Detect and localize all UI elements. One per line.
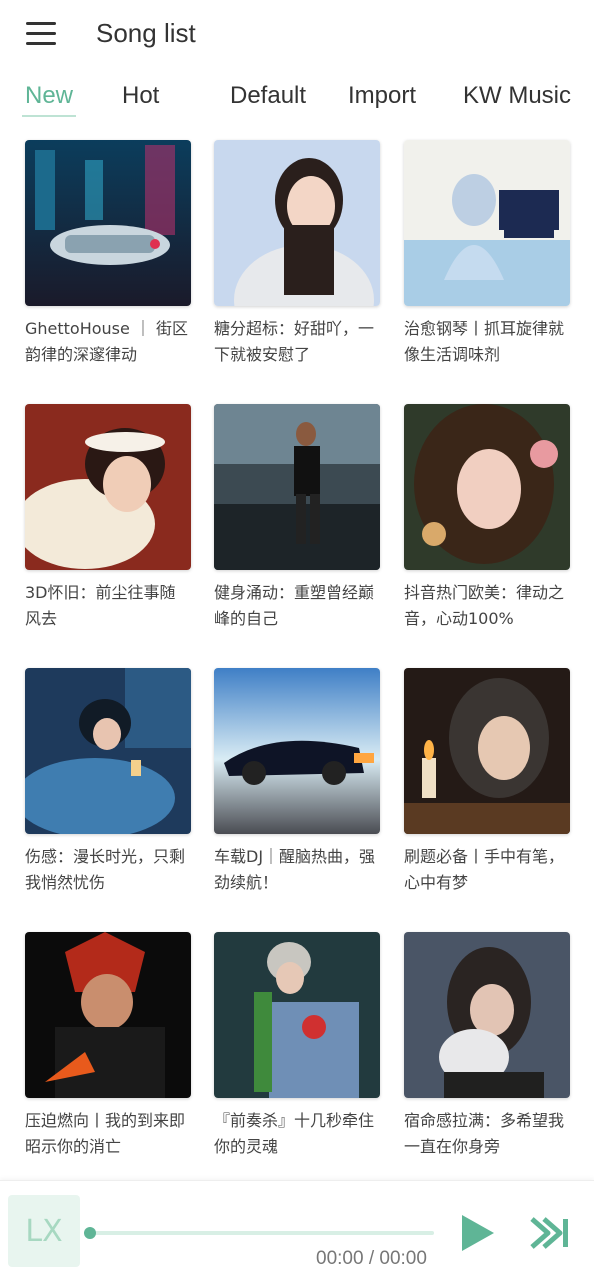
playlist-title: 宿命感拉满：多希望我一直在你身旁 [404, 1111, 565, 1156]
playlist-title: 伤感：漫长时光，只剩我悄然忧伤 [25, 847, 186, 892]
playlist-cover [25, 668, 191, 834]
player-bar: LX [0, 1180, 594, 1281]
playlist-card[interactable]: 宿命感拉满：多希望我一直在你身旁 [404, 932, 570, 1160]
playlist-card[interactable]: 压迫燃向丨我的到来即昭示你的消亡 [25, 932, 191, 1160]
playlist-cover [404, 668, 570, 834]
playlist-title: 车载DJ｜醒脑热曲，强劲续航！ [214, 847, 376, 892]
play-icon[interactable] [456, 1211, 500, 1255]
progress-knob[interactable] [84, 1227, 96, 1239]
playlist-title: 刷题必备丨手中有笔，心中有梦 [404, 847, 565, 892]
playlist-card[interactable]: 伤感：漫长时光，只剩我悄然忧伤 [25, 668, 191, 896]
tab-hot[interactable]: Hot [122, 82, 159, 110]
playlist-cover [404, 404, 570, 570]
playlist-card[interactable]: 3D怀旧：前尘往事随风去 [25, 404, 191, 632]
playlist-cover [214, 932, 380, 1098]
playlist-card[interactable]: 刷题必备丨手中有笔，心中有梦 [404, 668, 570, 896]
playlist-cover [214, 140, 380, 306]
playlist-card[interactable]: 糖分超标：好甜吖，一下就被安慰了 [214, 140, 380, 368]
playlist-card[interactable]: 车载DJ｜醒脑热曲，强劲续航！ [214, 668, 380, 896]
playlist-cover [25, 932, 191, 1098]
playlist-cover [404, 932, 570, 1098]
playlist-card[interactable]: 『前奏杀』十几秒牵住你的灵魂 [214, 932, 380, 1160]
playlist-cover [25, 140, 191, 306]
playlist-title: 3D怀旧：前尘往事随风去 [25, 583, 176, 628]
playlist-card[interactable]: 健身涌动：重塑曾经巅峰的自己 [214, 404, 380, 632]
hamburger-menu-icon[interactable] [26, 22, 56, 46]
playlist-cover [25, 404, 191, 570]
playlist-title: 压迫燃向丨我的到来即昭示你的消亡 [25, 1111, 186, 1156]
category-tabs: New Hot Default Import KW Music [0, 78, 594, 120]
playlist-title: 『前奏杀』十几秒牵住你的灵魂 [214, 1111, 375, 1156]
page-title: Song list [96, 18, 196, 48]
app-header: Song list [0, 0, 594, 70]
playlist-cover [214, 668, 380, 834]
playlist-title: 健身涌动：重塑曾经巅峰的自己 [214, 583, 375, 628]
tab-kw-music[interactable]: KW Music [463, 82, 571, 110]
playback-time: 00:00 / 00:00 [316, 1248, 427, 1269]
playlist-cover [214, 404, 380, 570]
playlist-card[interactable]: 治愈钢琴丨抓耳旋律就像生活调味剂 [404, 140, 570, 368]
tab-default[interactable]: Default [230, 82, 306, 110]
playlist-title: 糖分超标：好甜吖，一下就被安慰了 [214, 319, 375, 364]
progress-slider[interactable] [84, 1227, 436, 1239]
playlist-card[interactable]: 抖音热门欧美：律动之音，心动100% [404, 404, 570, 632]
playlist-card[interactable]: GhettoHouse ｜ 街区韵律的深邃律动 [25, 140, 191, 368]
tab-import[interactable]: Import [348, 82, 416, 110]
playlist-title: GhettoHouse ｜ 街区韵律的深邃律动 [25, 319, 189, 364]
playlist-title: 治愈钢琴丨抓耳旋律就像生活调味剂 [404, 319, 565, 364]
lx-logo[interactable]: LX [8, 1195, 80, 1267]
tab-new[interactable]: New [25, 82, 73, 110]
progress-track [90, 1231, 434, 1235]
playlist-title: 抖音热门欧美：律动之音，心动100% [404, 583, 565, 628]
active-tab-indicator [22, 115, 76, 117]
playlist-cover [404, 140, 570, 306]
skip-next-icon[interactable] [528, 1213, 572, 1253]
